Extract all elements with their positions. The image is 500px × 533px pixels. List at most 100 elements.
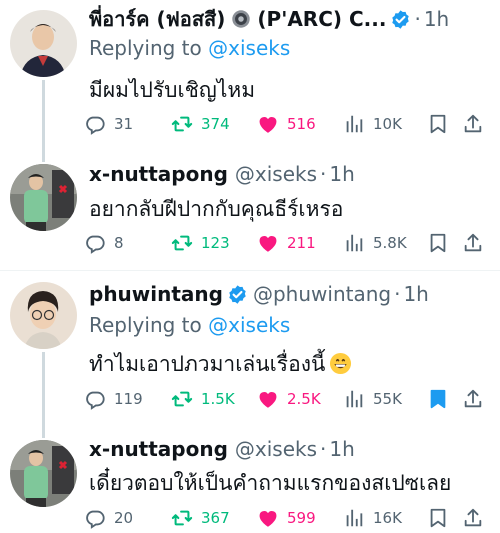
retweet-count: 367 [201, 509, 230, 527]
reply-count: 8 [114, 234, 124, 252]
grinning-face-emoji-icon [330, 352, 352, 375]
tweet-text: อยากลับฝีปากกับคุณธีร์เหรอ [89, 197, 344, 221]
views-button[interactable]: 10K [343, 109, 402, 139]
thread-line [42, 80, 45, 152]
author-name[interactable]: พี่อาร์ค (ฟอสสี) [89, 3, 225, 35]
heart-icon [257, 232, 279, 254]
tweet-3[interactable]: phuwintang @phuwintang · 1h Replying to … [0, 271, 500, 426]
views-icon [343, 113, 365, 135]
action-bar: 31 374 516 10K [84, 109, 482, 139]
bookmark-button[interactable] [427, 384, 449, 414]
share-button[interactable] [462, 109, 484, 139]
like-button[interactable]: 516 [257, 109, 316, 139]
reply-icon [84, 113, 106, 135]
retweet-count: 1.5K [201, 390, 235, 408]
views-button[interactable]: 16K [343, 503, 402, 533]
views-icon [343, 232, 365, 254]
replying-to: Replying to @xiseks [89, 311, 290, 339]
retweet-count: 123 [201, 234, 230, 252]
thread-line [42, 352, 45, 426]
like-count: 211 [287, 234, 316, 252]
bookmark-button[interactable] [427, 228, 449, 258]
reply-button[interactable]: 20 [84, 503, 133, 533]
author-name[interactable]: phuwintang [89, 282, 223, 306]
tweet-2[interactable]: x-nuttapong @xiseks · 1h อยากลับฝีปากกับ… [0, 152, 500, 270]
retweet-icon [171, 232, 193, 254]
share-icon [462, 232, 484, 254]
author-handle[interactable]: @phuwintang [253, 282, 391, 306]
tweet-text: ทำไมเอาปภวมาเล่นเรื่องนี้ [89, 352, 326, 376]
replying-label: Replying to [89, 36, 202, 60]
retweet-button[interactable]: 374 [171, 109, 230, 139]
retweet-icon [171, 507, 193, 529]
author-handle[interactable]: @xiseks [235, 162, 317, 186]
share-button[interactable] [462, 384, 484, 414]
replying-label: Replying to [89, 313, 202, 337]
author-name-suffix[interactable]: (P'ARC) C... [257, 7, 386, 31]
share-button[interactable] [462, 503, 484, 533]
retweet-button[interactable]: 123 [171, 228, 230, 258]
tweet-text: มีผมไปรับเชิญไหม [89, 78, 256, 102]
tweet-4[interactable]: x-nuttapong @xiseks · 1h เดี๋ยวตอบให้เป็… [0, 426, 500, 533]
author-name[interactable]: x-nuttapong [89, 437, 228, 461]
action-bar: 119 1.5K 2.5K 55K [84, 384, 482, 414]
avatar[interactable] [10, 440, 77, 507]
view-count: 16K [373, 509, 402, 527]
gear-icon [232, 10, 251, 28]
reply-button[interactable]: 119 [84, 384, 143, 414]
reply-icon [84, 232, 106, 254]
share-icon [462, 507, 484, 529]
like-button[interactable]: 211 [257, 228, 316, 258]
like-button[interactable]: 2.5K [257, 384, 321, 414]
replying-to-link[interactable]: @xiseks [208, 36, 290, 60]
separator: · [320, 437, 327, 461]
tweet-text: เดี๋ยวตอบให้เป็นคำถามแรกของสเปซเลย [89, 471, 452, 495]
author-name[interactable]: x-nuttapong [89, 162, 228, 186]
reply-count: 31 [114, 115, 134, 133]
replying-to: Replying to @xiseks [89, 34, 290, 62]
tweet-1[interactable]: พี่อาร์ค (ฟอสสี) (P'ARC) C... · 1h Reply… [0, 0, 500, 152]
author-handle[interactable]: @xiseks [235, 437, 317, 461]
share-button[interactable] [462, 228, 484, 258]
views-icon [343, 507, 365, 529]
heart-icon [257, 113, 279, 135]
view-count: 10K [373, 115, 402, 133]
bookmark-filled-icon [427, 388, 449, 410]
tweet-text-container: ทำไมเอาปภวมาเล่นเรื่องนี้ [89, 349, 490, 379]
verified-badge-icon [227, 284, 248, 305]
action-bar: 20 367 599 16K [84, 503, 482, 533]
timestamp[interactable]: 1h [424, 7, 449, 31]
retweet-icon [171, 113, 193, 135]
reply-button[interactable]: 8 [84, 228, 124, 258]
timestamp[interactable]: 1h [329, 162, 354, 186]
avatar[interactable] [10, 282, 77, 349]
views-icon [343, 388, 365, 410]
reply-button[interactable]: 31 [84, 109, 133, 139]
views-button[interactable]: 55K [343, 384, 402, 414]
reply-icon [84, 388, 106, 410]
bookmark-button[interactable] [427, 503, 449, 533]
avatar[interactable] [10, 10, 77, 77]
retweet-button[interactable]: 367 [171, 503, 230, 533]
timestamp[interactable]: 1h [403, 282, 428, 306]
separator: · [394, 282, 401, 306]
like-count: 516 [287, 115, 316, 133]
avatar[interactable] [10, 164, 77, 231]
action-bar: 8 123 211 5.8K [84, 228, 482, 258]
thread-line [42, 426, 45, 438]
reply-count: 119 [114, 390, 143, 408]
share-icon [462, 388, 484, 410]
bookmark-button[interactable] [427, 109, 449, 139]
thread-line [42, 152, 45, 162]
views-button[interactable]: 5.8K [343, 228, 407, 258]
replying-to-link[interactable]: @xiseks [208, 313, 290, 337]
separator: · [320, 162, 327, 186]
like-button[interactable]: 599 [257, 503, 316, 533]
bookmark-icon [427, 507, 449, 529]
reply-icon [84, 507, 106, 529]
like-count: 599 [287, 509, 316, 527]
bookmark-icon [427, 113, 449, 135]
retweet-button[interactable]: 1.5K [171, 384, 235, 414]
timestamp[interactable]: 1h [329, 437, 354, 461]
like-count: 2.5K [287, 390, 321, 408]
